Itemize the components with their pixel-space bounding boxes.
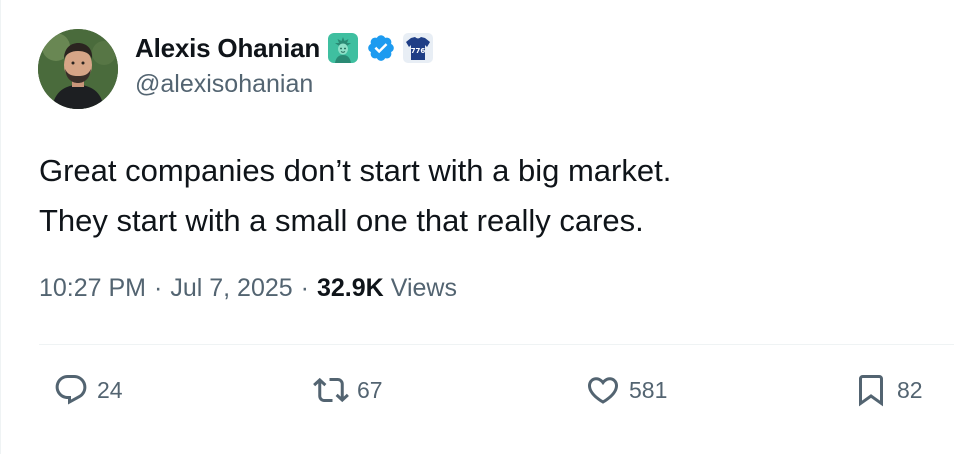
name-row: Alexis Ohanian 776 — [135, 30, 434, 66]
repost-count: 67 — [357, 376, 383, 403]
divider — [39, 344, 954, 345]
views-count[interactable]: 32.9K — [317, 274, 384, 303]
bookmark-button[interactable]: 82 — [853, 372, 923, 408]
heart-icon — [587, 377, 619, 404]
repost-button[interactable]: 67 — [313, 372, 383, 408]
jersey-number: 776 — [411, 47, 426, 55]
meta-separator: · — [154, 274, 163, 302]
tweet-header: Alexis Ohanian 776 @alexisohanian — [135, 30, 434, 99]
action-bar: 24 67 581 82 — [1, 372, 954, 422]
tweet-card: Alexis Ohanian 776 @alexisohanian Great … — [0, 0, 954, 454]
avatar[interactable] — [38, 29, 118, 109]
reply-button[interactable]: 24 — [53, 372, 123, 408]
reply-icon — [55, 375, 87, 405]
tweet-text: Great companies don’t start with a big m… — [39, 146, 919, 246]
like-button[interactable]: 581 — [585, 372, 667, 408]
display-name[interactable]: Alexis Ohanian — [135, 33, 320, 64]
repost-icon — [313, 377, 349, 403]
tweet-date[interactable]: Jul 7, 2025 — [170, 274, 292, 303]
avatar-photo — [38, 29, 118, 109]
user-handle[interactable]: @alexisohanian — [135, 70, 434, 99]
bookmark-count: 82 — [897, 376, 923, 403]
views-label: Views — [390, 274, 457, 302]
reply-count: 24 — [97, 376, 123, 403]
bookmark-icon — [859, 375, 883, 407]
verified-badge-icon[interactable] — [366, 33, 396, 63]
like-count: 581 — [629, 376, 668, 403]
tweet-meta: 10:27 PM · Jul 7, 2025 · 32.9K Views — [39, 274, 457, 303]
jersey-776-icon: 776 — [402, 32, 434, 64]
tweet-text-line: They start with a small one that really … — [39, 203, 644, 238]
meta-separator: · — [300, 274, 309, 302]
tweet-text-line: Great companies don’t start with a big m… — [39, 153, 672, 188]
tweet-time[interactable]: 10:27 PM — [39, 274, 146, 303]
statue-of-liberty-icon — [326, 31, 360, 65]
